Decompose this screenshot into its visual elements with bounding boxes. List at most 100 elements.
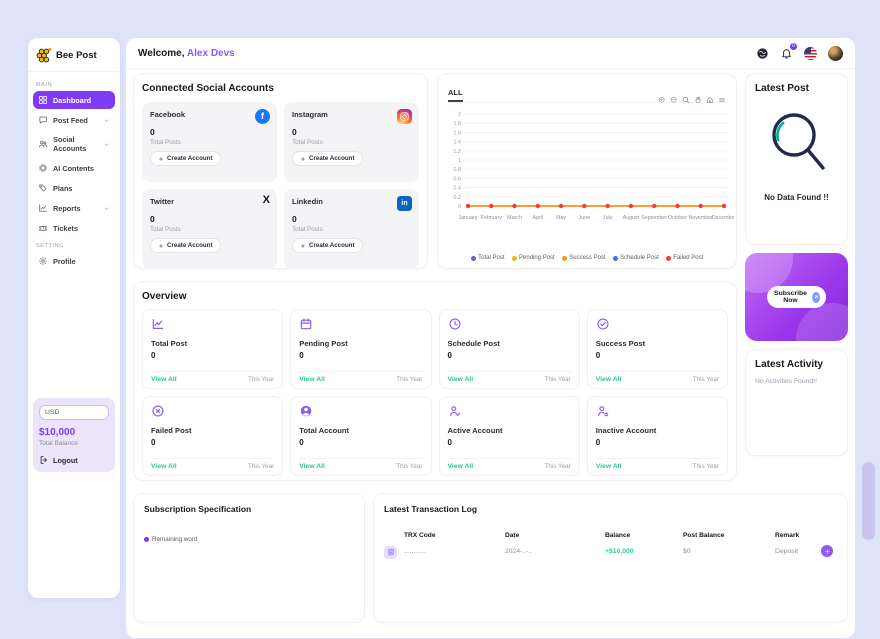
overview-card-title: Schedule Post (448, 339, 571, 348)
svg-text:January: January (459, 215, 478, 221)
overview-card-value: 0 (596, 351, 719, 360)
column-header-trx-code: TRX Code (384, 532, 505, 539)
sidebar-item-label: Dashboard (53, 96, 91, 105)
view-all-link[interactable]: View All (151, 463, 177, 470)
home-icon[interactable] (706, 96, 714, 104)
magnifier-illustration (764, 108, 830, 178)
chart-tab-all[interactable]: ALL (448, 88, 463, 102)
brand[interactable]: Bee Post (28, 38, 120, 72)
overview-card-inactive-account: Inactive Account0View AllThis Year (587, 396, 728, 476)
zoom-out-icon[interactable] (670, 96, 678, 104)
user-check-icon (448, 404, 462, 418)
overview-card-value: 0 (299, 438, 422, 447)
create-account-label: Create Account (309, 242, 355, 249)
sidebar-item-label: Reports (53, 204, 81, 213)
avatar[interactable] (828, 46, 843, 61)
create-account-button[interactable]: Create Account (292, 151, 363, 166)
trx-post-balance-cell: $0 (683, 548, 775, 555)
globe-icon[interactable] (756, 47, 769, 60)
x-circle-icon (151, 404, 165, 418)
brand-name: Bee Post (56, 50, 97, 61)
welcome-prefix: Welcome, (138, 48, 185, 59)
create-account-button[interactable]: Create Account (292, 238, 363, 253)
view-all-link[interactable]: View All (299, 376, 325, 383)
desktop-background: Bee Post MAIN Dashboard Post Feed Social Ac… (0, 0, 880, 540)
menu-icon[interactable] (718, 96, 726, 104)
overview-card-title: Active Account (448, 426, 571, 435)
pan-icon[interactable] (694, 96, 702, 104)
transaction-table-row[interactable]: ............ 2024-..-.. +$10,000 $0 Depo… (384, 545, 837, 557)
create-account-label: Create Account (167, 155, 213, 162)
social-tile-linkedin: Linkedinin0Total PostsCreate Account (284, 189, 419, 269)
posts-line-chart[interactable]: 21.81.61.41.210.80.60.40.20JanuaryFebrua… (442, 106, 734, 230)
post-feed-icon (38, 115, 48, 125)
notifications-button[interactable]: 0 (780, 47, 793, 60)
profile-icon (38, 256, 48, 266)
trx-balance-cell: +$10,000 (605, 548, 683, 555)
sidebar-item-post-feed[interactable]: Post Feed (33, 111, 115, 129)
linkedin-icon: in (397, 196, 412, 211)
sidebar-item-tickets[interactable]: Tickets (33, 219, 115, 237)
overview-card-value: 0 (299, 351, 422, 360)
period-label: This Year (396, 463, 422, 470)
svg-text:September: September (641, 215, 667, 221)
create-account-button[interactable]: Create Account (150, 151, 221, 166)
logout-button[interactable]: Logout (39, 455, 109, 465)
overview-card-success-post: Success Post0View AllThis Year (587, 309, 728, 389)
topbar-icons: 0 (756, 46, 843, 61)
sidebar-item-plans[interactable]: Plans (33, 179, 115, 197)
legend-item-success-post[interactable]: Success Post (562, 255, 606, 261)
sidebar-item-social-accounts[interactable]: Social Accounts (33, 131, 115, 157)
create-account-button[interactable]: Create Account (150, 238, 221, 253)
view-all-link[interactable]: View All (299, 463, 325, 470)
social-accounts-icon (38, 139, 48, 149)
transaction-table-header: TRX CodeDateBalancePost BalanceRemark (384, 532, 837, 539)
view-all-link[interactable]: View All (596, 463, 622, 470)
latest-transaction-log-card: Latest Transaction Log TRX CodeDateBalan… (373, 493, 848, 623)
page-scrollbar-thumb[interactable] (862, 462, 875, 540)
social-name: Linkedin (292, 197, 411, 206)
svg-text:August: August (623, 215, 640, 221)
dashboard-content: Connected Social Accounts Facebookf0Tota… (126, 69, 855, 639)
legend-item-failed-post[interactable]: Failed Post (666, 255, 704, 261)
overview-card-value: 0 (448, 351, 571, 360)
view-all-link[interactable]: View All (448, 463, 474, 470)
overview-card-value: 0 (151, 351, 274, 360)
overview-card-value: 0 (151, 438, 274, 447)
legend-dot (613, 256, 618, 261)
sidebar-item-ai-contents[interactable]: AI Contents (33, 159, 115, 177)
sidebar-item-profile[interactable]: Profile (33, 252, 115, 270)
no-activities-text: No Activities Found!! (755, 378, 838, 385)
svg-text:April: April (533, 215, 544, 221)
overview-card-failed-post: Failed Post0View AllThis Year (142, 396, 283, 476)
period-label: This Year (248, 463, 274, 470)
check-circle-icon (596, 317, 610, 331)
subscribe-now-button[interactable]: Subscribe Now (767, 286, 827, 308)
legend-label: Failed Post (673, 255, 703, 261)
legend-item-pending-post[interactable]: Pending Post (512, 255, 555, 261)
view-all-link[interactable]: View All (448, 376, 474, 383)
row-expand-button[interactable] (821, 545, 833, 557)
calendar-icon (299, 317, 313, 331)
zoom-in-icon[interactable] (658, 96, 666, 104)
social-count-label: Total Posts (150, 139, 269, 146)
sidebar-item-dashboard[interactable]: Dashboard (33, 91, 115, 109)
currency-select[interactable]: USD (39, 405, 109, 420)
period-label: This Year (693, 376, 719, 383)
reports-icon (38, 203, 48, 213)
overview-card-title: Pending Post (299, 339, 422, 348)
us-flag-icon[interactable] (804, 47, 817, 60)
selection-icon[interactable] (682, 96, 690, 104)
column-header-remark: Remark (775, 532, 821, 539)
subscribe-label: Subscribe Now (773, 290, 809, 304)
sidebar-item-reports[interactable]: Reports (33, 199, 115, 217)
overview-card-schedule-post: Schedule Post0View AllThis Year (439, 309, 580, 389)
sidebar-section-label: MAIN (36, 82, 112, 88)
legend-item-total-post[interactable]: Total Post (471, 255, 505, 261)
view-all-link[interactable]: View All (596, 376, 622, 383)
user-circle-icon (299, 404, 313, 418)
legend-item-schedule-post[interactable]: Schedule Post (613, 255, 659, 261)
legend-label: Success Post (569, 255, 605, 261)
posts-chart-card: ALL 21.81.61.41.210.80.60.40.20JanuaryFe… (437, 73, 737, 269)
view-all-link[interactable]: View All (151, 376, 177, 383)
